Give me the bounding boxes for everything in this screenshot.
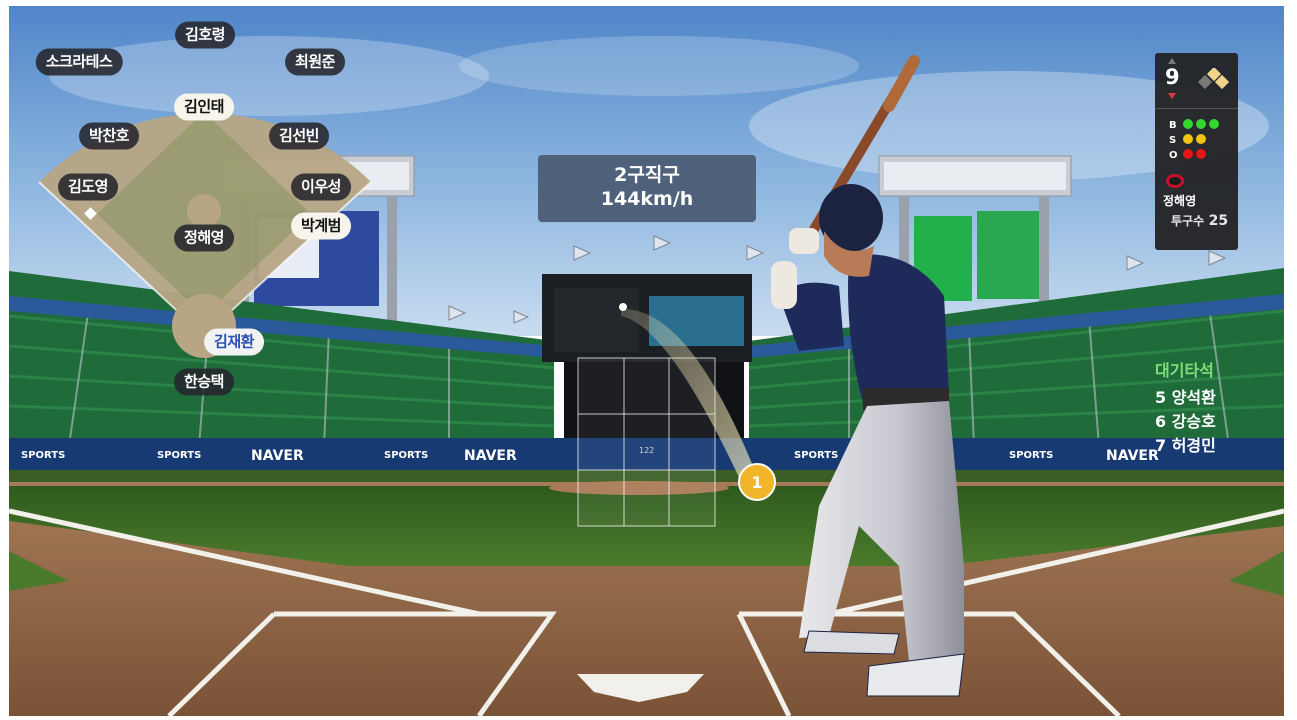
pitcher-name: 정해영 xyxy=(1163,194,1197,208)
svg-text:SPORTS: SPORTS xyxy=(384,450,428,461)
svg-text:NAVER: NAVER xyxy=(1106,448,1159,464)
strike-count: S xyxy=(1169,134,1209,148)
svg-text:122: 122 xyxy=(639,446,654,455)
out-count: O xyxy=(1169,149,1209,163)
pitch-info-box: 2구직구 144km/h xyxy=(538,155,756,222)
ball-count: B xyxy=(1169,119,1222,133)
fielder-pitcher[interactable]: 정해영 xyxy=(174,224,234,252)
fielder-right-field[interactable]: 최원준 xyxy=(285,48,345,76)
on-deck-batter[interactable]: 7 허경민 xyxy=(1155,434,1216,458)
svg-text:NAVER: NAVER xyxy=(464,448,517,464)
fielder-second-base[interactable]: 김선빈 xyxy=(269,122,329,150)
tigers-logo-icon xyxy=(1166,174,1184,188)
fielder-catcher[interactable]: 한승택 xyxy=(174,368,234,396)
svg-text:SPORTS: SPORTS xyxy=(1009,450,1053,461)
runner-second-base[interactable]: 김인태 xyxy=(174,93,234,121)
pitch-count: 투구수 25 xyxy=(1171,213,1229,229)
inning-number: 9 xyxy=(1165,65,1180,89)
on-deck-list: 대기타석 5 양석환 6 강승호 7 허경민 xyxy=(1155,357,1216,458)
fielder-left-field[interactable]: 소크라테스 xyxy=(35,48,123,76)
pitch-speed: 144km/h xyxy=(600,188,694,210)
game-view: NAVER NAVER NAVER SPORTS SPORTS SPORTS S… xyxy=(9,6,1284,716)
game-status-panel: 9 B S O 정해영 투구수 25 xyxy=(1155,53,1238,250)
fielder-first-base[interactable]: 이우성 xyxy=(291,173,351,201)
pitch-type: 2구직구 xyxy=(614,164,680,186)
runner-first-base[interactable]: 박계범 xyxy=(291,212,351,240)
svg-text:SPORTS: SPORTS xyxy=(21,450,65,461)
svg-text:NAVER: NAVER xyxy=(251,448,304,464)
inning-top-indicator-icon xyxy=(1168,58,1176,64)
on-deck-batter[interactable]: 5 양석환 xyxy=(1155,386,1216,410)
inning-bottom-indicator-icon xyxy=(1168,93,1176,99)
svg-text:1: 1 xyxy=(751,473,762,492)
pitch-marker: 1 xyxy=(738,463,776,501)
svg-text:SPORTS: SPORTS xyxy=(794,450,838,461)
divider xyxy=(1155,108,1238,109)
on-deck-title: 대기타석 xyxy=(1155,361,1214,380)
fielder-center-field[interactable]: 김호령 xyxy=(175,21,235,49)
fielder-shortstop[interactable]: 박찬호 xyxy=(79,122,139,150)
fielder-third-base[interactable]: 김도영 xyxy=(58,173,118,201)
bases-diamond-icon xyxy=(1197,68,1229,90)
on-deck-batter[interactable]: 6 강승호 xyxy=(1155,410,1216,434)
current-batter[interactable]: 김재환 xyxy=(204,328,264,356)
svg-text:SPORTS: SPORTS xyxy=(157,450,201,461)
